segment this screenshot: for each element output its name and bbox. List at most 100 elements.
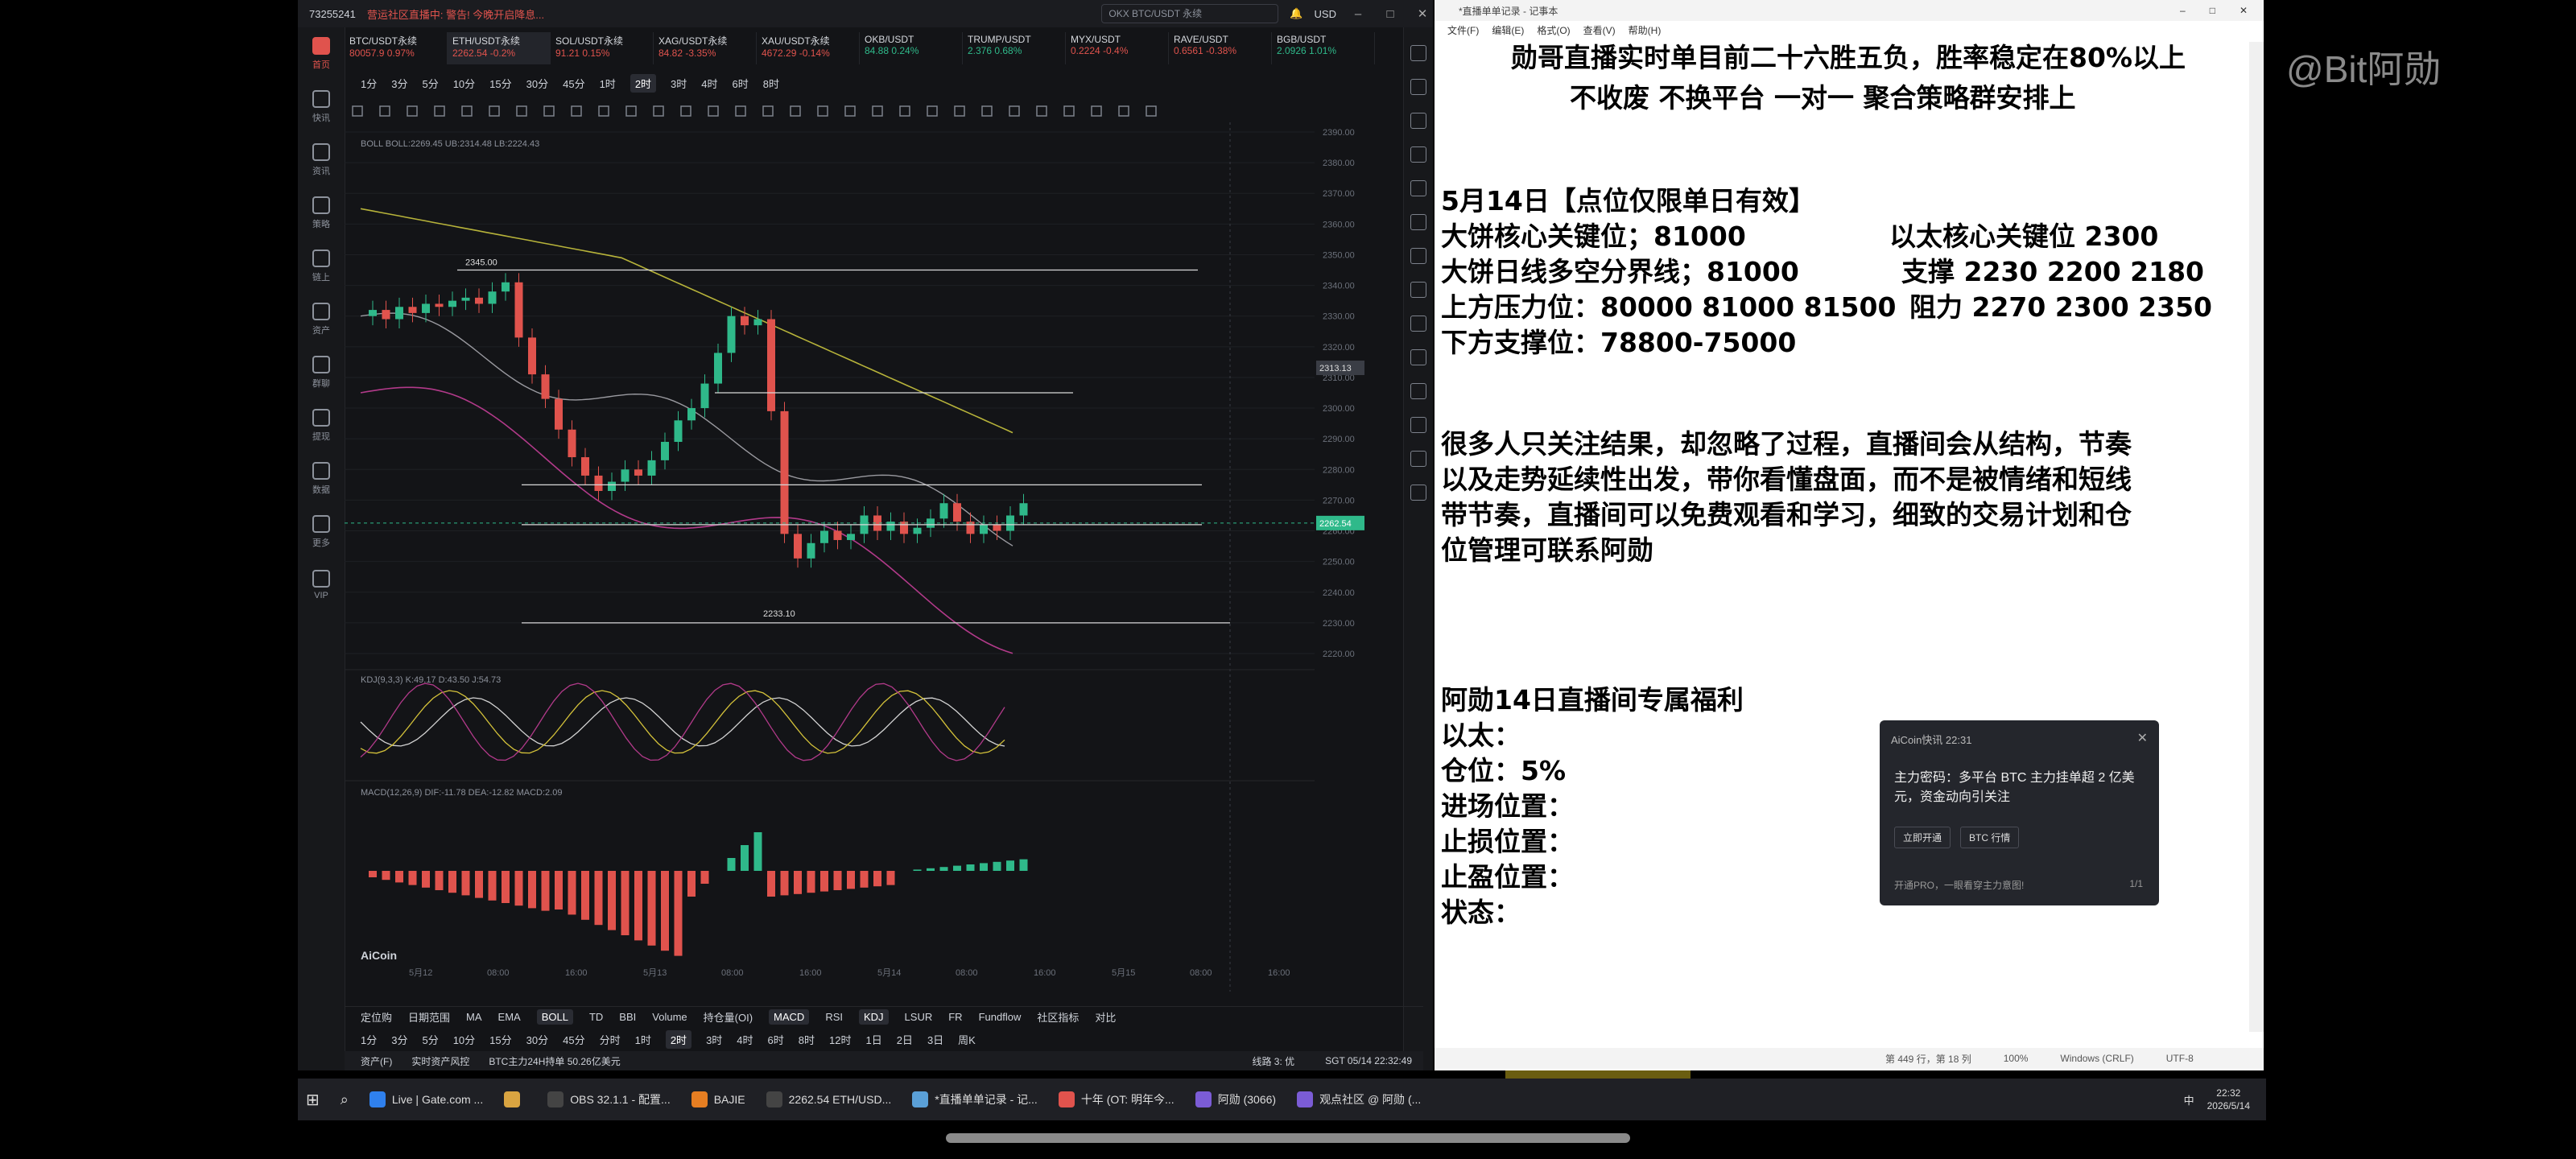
ticker-tab[interactable]: OKB/USDT 84.88 0.24% — [860, 32, 963, 64]
drawing-tool-icon[interactable] — [899, 105, 910, 117]
indicator-toggle[interactable]: TD — [589, 1011, 603, 1023]
news-popup[interactable]: AiCoin快讯 22:31 ✕ 主力密码：多平台 BTC 主力挂单超 2 亿美… — [1880, 720, 2159, 905]
side-tool-icon[interactable] — [1410, 316, 1426, 332]
drawing-tool-icon[interactable] — [489, 105, 500, 117]
timeframe-option[interactable]: 45分 — [563, 1032, 584, 1047]
ticker-tab[interactable]: BTC/USDT永续 80057.9 0.97% — [345, 32, 448, 64]
taskbar-app[interactable]: 观点社区 @ 阿勋 (... — [1289, 1083, 1429, 1116]
indicator-toggle[interactable]: BBI — [619, 1011, 636, 1023]
taskbar-app[interactable]: BAJIE — [683, 1083, 753, 1116]
drawing-tool-icon[interactable] — [844, 105, 856, 117]
side-tool-icon[interactable] — [1410, 180, 1426, 196]
drawing-tool-icon[interactable] — [708, 105, 719, 117]
taskbar-app[interactable]: OBS 32.1.1 - 配置... — [539, 1083, 679, 1116]
side-tool-icon[interactable] — [1410, 146, 1426, 163]
indicator-toggle[interactable]: 社区指标 — [1037, 1009, 1079, 1025]
bell-icon[interactable]: 🔔 — [1290, 7, 1302, 20]
minimize-button[interactable]: – — [2180, 5, 2186, 16]
nav-item[interactable]: 首页 — [298, 27, 345, 80]
side-tool-icon[interactable] — [1410, 79, 1426, 95]
ticker-tab[interactable]: SOL/USDT永续 91.21 0.15% — [551, 32, 654, 64]
side-tool-icon[interactable] — [1410, 45, 1426, 61]
indicator-toggle[interactable]: LSUR — [905, 1011, 933, 1023]
ticker-tab[interactable]: TRUMP/USDT 2.376 0.68% — [963, 32, 1066, 64]
nav-item[interactable]: 资讯 — [298, 134, 345, 187]
maximize-button[interactable]: □ — [2210, 5, 2215, 16]
timeframe-option[interactable]: 1分 — [361, 1032, 377, 1047]
ticker-tab[interactable]: ETH/USDT永续 2262.54 -0.2% — [448, 32, 551, 64]
taskbar-app[interactable] — [496, 1083, 535, 1116]
timeframe-option[interactable]: 4时 — [737, 1032, 753, 1047]
side-tool-icon[interactable] — [1410, 214, 1426, 230]
timeframe-option[interactable]: 30分 — [526, 1032, 548, 1047]
scrollbar[interactable] — [2249, 42, 2264, 1032]
drawing-tool-icon[interactable] — [434, 105, 445, 117]
price-chart[interactable]: 2390.00 2380.00 2370.00 2360.00 2350.00 2340.… — [345, 122, 1423, 992]
indicator-toggle[interactable]: 日期范围 — [408, 1009, 450, 1025]
menu-item[interactable]: 格式(O) — [1537, 23, 1570, 37]
timeframe-option[interactable]: 4时 — [701, 76, 717, 91]
risk-button[interactable]: 实时资产风控 — [411, 1054, 469, 1068]
timeframe-option[interactable]: 1分 — [361, 76, 377, 91]
indicator-toggle[interactable]: 持仓量(OI) — [704, 1009, 753, 1025]
taskbar-app[interactable]: 十年 (OT: 明年今... — [1051, 1083, 1183, 1116]
drawing-tool-icon[interactable] — [1118, 105, 1129, 117]
timeframe-option[interactable]: 1时 — [600, 76, 616, 91]
close-button[interactable]: ✕ — [2240, 5, 2248, 16]
drawing-tool-icon[interactable] — [1063, 105, 1075, 117]
side-tool-icon[interactable] — [1410, 417, 1426, 433]
nav-item[interactable]: 策略 — [298, 187, 345, 240]
timeframe-option[interactable]: 5分 — [422, 1032, 438, 1047]
ticker-tab[interactable]: XAG/USDT永续 84.82 -3.35% — [654, 32, 757, 64]
timeframe-option[interactable]: 3日 — [927, 1032, 943, 1047]
news-ticker[interactable]: BTC主力24H持单 50.26亿美元 — [489, 1054, 620, 1068]
indicator-toggle[interactable]: FR — [948, 1011, 962, 1023]
side-tool-icon[interactable] — [1410, 248, 1426, 264]
drawing-tool-icon[interactable] — [1146, 105, 1157, 117]
drawing-tool-icon[interactable] — [1009, 105, 1020, 117]
drawing-tool-icon[interactable] — [872, 105, 883, 117]
timeframe-option[interactable]: 15分 — [489, 1032, 511, 1047]
indicator-toggle[interactable]: RSI — [825, 1011, 843, 1023]
indicator-toggle[interactable]: BOLL — [536, 1009, 573, 1025]
timeframe-option[interactable]: 3时 — [706, 1032, 722, 1047]
nav-item[interactable]: 提现 — [298, 399, 345, 452]
drawing-tool-icon[interactable] — [1091, 105, 1102, 117]
nav-item[interactable]: VIP — [298, 559, 345, 612]
timeframe-option[interactable]: 15分 — [489, 76, 511, 91]
side-tool-icon[interactable] — [1410, 451, 1426, 467]
timeframe-option[interactable]: 2日 — [897, 1032, 913, 1047]
taskbar-app[interactable]: 2262.54 ETH/USD... — [758, 1083, 900, 1116]
timeframe-option[interactable]: 3分 — [391, 76, 407, 91]
ime-indicator[interactable]: 中 — [2184, 1092, 2194, 1107]
search-input[interactable]: OKX BTC/USDT 永续 — [1101, 4, 1279, 23]
indicator-toggle[interactable]: Volume — [652, 1011, 687, 1023]
timeframe-option[interactable]: 10分 — [453, 1032, 475, 1047]
nav-item[interactable]: 数据 — [298, 452, 345, 505]
drawing-tool-icon[interactable] — [516, 105, 527, 117]
search-icon[interactable]: ⌕ — [332, 1083, 357, 1116]
drawing-tool-icon[interactable] — [790, 105, 801, 117]
indicator-toggle[interactable]: MACD — [769, 1009, 810, 1025]
drawing-tool-icon[interactable] — [954, 105, 965, 117]
drawing-tool-icon[interactable] — [981, 105, 993, 117]
timeframe-option[interactable]: 2时 — [630, 73, 657, 93]
side-tool-icon[interactable] — [1410, 282, 1426, 298]
indicator-toggle[interactable]: KDJ — [858, 1009, 889, 1025]
indicator-toggle[interactable]: EMA — [498, 1011, 521, 1023]
timeframe-option[interactable]: 5分 — [422, 76, 438, 91]
nav-item[interactable]: 快讯 — [298, 80, 345, 134]
drawing-tool-icon[interactable] — [762, 105, 774, 117]
timeframe-option[interactable]: 3分 — [391, 1032, 407, 1047]
side-tool-icon[interactable] — [1410, 349, 1426, 365]
menu-item[interactable]: 查看(V) — [1583, 23, 1616, 37]
side-tool-icon[interactable] — [1410, 383, 1426, 399]
drawing-tool-icon[interactable] — [1036, 105, 1047, 117]
home-indicator[interactable] — [946, 1133, 1630, 1143]
drawing-tool-icon[interactable] — [680, 105, 691, 117]
timeframe-option[interactable]: 1日 — [865, 1032, 881, 1047]
timeframe-option[interactable]: 3时 — [671, 76, 687, 91]
warning-banner[interactable]: 营运社区直播中: 警告! 今晚开启降息... — [367, 6, 544, 22]
ticker-tab[interactable]: XAU/USDT永续 4672.29 -0.14% — [757, 32, 860, 64]
taskbar-app[interactable]: Live | Gate.com ... — [361, 1083, 491, 1116]
